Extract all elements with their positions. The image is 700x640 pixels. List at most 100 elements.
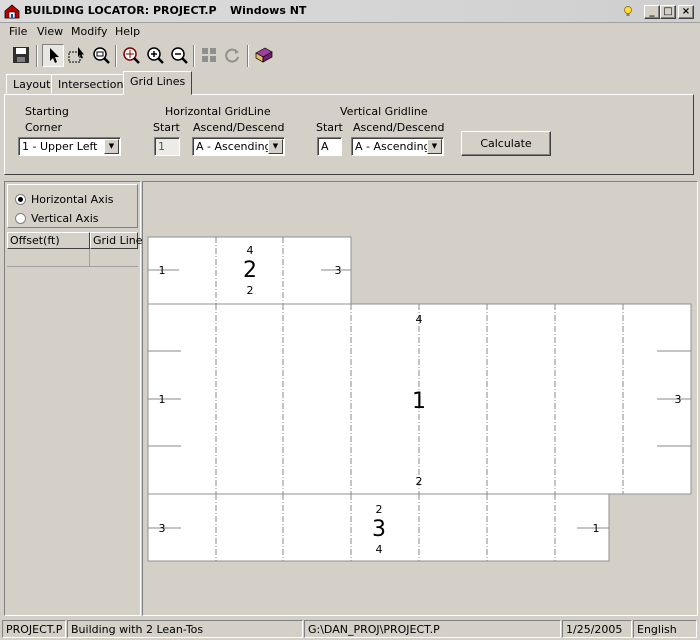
- zoom-in-icon: [147, 47, 164, 64]
- vertical-order-label: Ascend/Descend: [353, 121, 445, 134]
- menu-help[interactable]: Help: [115, 25, 140, 38]
- gridline-label: 1: [159, 393, 166, 406]
- gridline-label: 3: [675, 393, 682, 406]
- zoom-in-button[interactable]: [144, 44, 166, 67]
- title-bar[interactable]: BUILDING LOCATOR: PROJECT.P Windows NT _…: [0, 0, 700, 23]
- pointer-button[interactable]: [42, 44, 64, 67]
- status-description: Building with 2 Lean-Tos: [67, 620, 303, 638]
- refresh-icon: [225, 48, 239, 63]
- status-language-text: English: [637, 623, 677, 636]
- gridline-label: 4: [247, 244, 254, 257]
- dropdown-arrow-icon[interactable]: ▼: [427, 139, 442, 154]
- tab-label: Intersections: [58, 78, 130, 91]
- vertical-axis-label: Vertical Axis: [31, 212, 99, 225]
- tab-grid-lines[interactable]: Grid Lines: [123, 71, 193, 95]
- select-region-icon: [68, 47, 84, 63]
- building-number: 2: [243, 258, 257, 283]
- status-description-text: Building with 2 Lean-Tos: [71, 623, 204, 636]
- menu-file[interactable]: File: [9, 25, 27, 38]
- gridline-label: 3: [159, 522, 166, 535]
- horizontal-axis-radio[interactable]: [15, 194, 26, 205]
- grid-lines-panel: Starting Corner 1 - Upper Left ▼ Horizon…: [4, 94, 694, 175]
- gridline-label: 3: [335, 264, 342, 277]
- status-date: 1/25/2005: [562, 620, 632, 638]
- column-header-offset[interactable]: Offset(ft): [7, 232, 90, 249]
- status-path: G:\DAN_PROJ\PROJECT.P: [304, 620, 561, 638]
- menu-modify[interactable]: Modify: [71, 25, 107, 38]
- vertical-start-value: A: [321, 140, 329, 153]
- zoom-out-icon: [171, 47, 188, 64]
- vertical-order-select[interactable]: A - Ascending ▼: [351, 137, 444, 156]
- column-header-label: Grid Line: [93, 234, 143, 247]
- gridline-label: 2: [376, 503, 383, 516]
- window-title: BUILDING LOCATOR: PROJECT.P: [24, 4, 217, 17]
- zoom-window-button[interactable]: [90, 44, 112, 67]
- dropdown-arrow-icon[interactable]: ▼: [104, 139, 119, 154]
- axis-group: Horizontal Axis Vertical Axis: [7, 184, 138, 228]
- status-file-text: PROJECT.P: [6, 623, 63, 636]
- book-icon: [255, 47, 273, 63]
- dropdown-arrow-icon[interactable]: ▼: [268, 139, 283, 154]
- status-language: English: [633, 620, 697, 638]
- tab-label: Layout: [13, 78, 51, 91]
- horizontal-start-field[interactable]: 1: [154, 137, 180, 156]
- maximize-icon: □: [663, 6, 673, 17]
- minimize-button[interactable]: _: [644, 5, 660, 19]
- vertical-axis-radio[interactable]: [15, 213, 26, 224]
- radio-selected-dot: [18, 197, 23, 202]
- vertical-gridline-title: Vertical Gridline: [340, 105, 428, 118]
- horizontal-order-label: Ascend/Descend: [193, 121, 285, 134]
- gridline-label: 1: [593, 522, 600, 535]
- toolbar-separator: [115, 45, 117, 67]
- close-icon: ×: [681, 6, 691, 17]
- building-1[interactable]: 1 4 2 1 3: [147, 303, 692, 495]
- building-3[interactable]: 3 2 4 3 1: [147, 493, 610, 562]
- zoom-extents-button[interactable]: [120, 44, 142, 67]
- table-row[interactable]: [90, 249, 138, 267]
- table-row[interactable]: [7, 249, 90, 267]
- building-plan[interactable]: 2 4 2 1 3 1 4 2 1 3 3 2 4 3 1: [143, 182, 698, 616]
- tab-label: Grid Lines: [130, 75, 186, 88]
- drawing-canvas[interactable]: 2 4 2 1 3 1 4 2 1 3 3 2 4 3 1: [142, 181, 698, 616]
- zoom-out-button[interactable]: [168, 44, 190, 67]
- book-button[interactable]: [253, 44, 275, 67]
- column-header-label: Offset(ft): [10, 234, 60, 247]
- building-2[interactable]: 2 4 2 1 3: [147, 236, 352, 305]
- gridline-label: 1: [159, 264, 166, 277]
- gridline-label: 4: [376, 543, 383, 556]
- building-number: 1: [412, 389, 426, 414]
- app-icon: [4, 4, 20, 19]
- horizontal-order-value: A - Ascending: [196, 140, 272, 153]
- zoom-extents-icon: [123, 47, 140, 64]
- gridline-label: 2: [416, 475, 423, 488]
- close-button[interactable]: ×: [678, 5, 694, 19]
- starting-label: Starting: [25, 105, 69, 118]
- toolbar-separator: [247, 45, 249, 67]
- grid-button[interactable]: [198, 44, 220, 67]
- select-region-button[interactable]: [66, 44, 88, 67]
- zoom-window-icon: [93, 47, 110, 64]
- refresh-button[interactable]: [222, 44, 244, 67]
- vertical-start-field[interactable]: A: [317, 137, 342, 156]
- save-icon: [13, 47, 29, 63]
- menu-bar: File View Modify Help: [0, 23, 700, 41]
- grid-icon: [202, 48, 216, 62]
- corner-select[interactable]: 1 - Upper Left ▼: [18, 137, 121, 156]
- status-file: PROJECT.P: [2, 620, 66, 638]
- vertical-start-label: Start: [316, 121, 343, 134]
- maximize-button[interactable]: □: [660, 5, 676, 19]
- status-bar: PROJECT.P Building with 2 Lean-Tos G:\DA…: [0, 619, 700, 640]
- calculate-button[interactable]: Calculate: [461, 131, 551, 156]
- horizontal-start-label: Start: [153, 121, 180, 134]
- horizontal-gridline-title: Horizontal GridLine: [165, 105, 271, 118]
- save-button[interactable]: [10, 44, 32, 67]
- column-header-grid-line[interactable]: Grid Line: [90, 232, 143, 249]
- offset-table[interactable]: Offset(ft) Grid Line: [7, 232, 143, 613]
- toolbar: [4, 44, 304, 70]
- tab-layout[interactable]: Layout: [6, 74, 58, 94]
- horizontal-order-select[interactable]: A - Ascending ▼: [192, 137, 285, 156]
- horizontal-start-value: 1: [158, 140, 165, 153]
- horizontal-axis-label: Horizontal Axis: [31, 193, 114, 206]
- menu-view[interactable]: View: [37, 25, 63, 38]
- gridline-label: 2: [247, 284, 254, 297]
